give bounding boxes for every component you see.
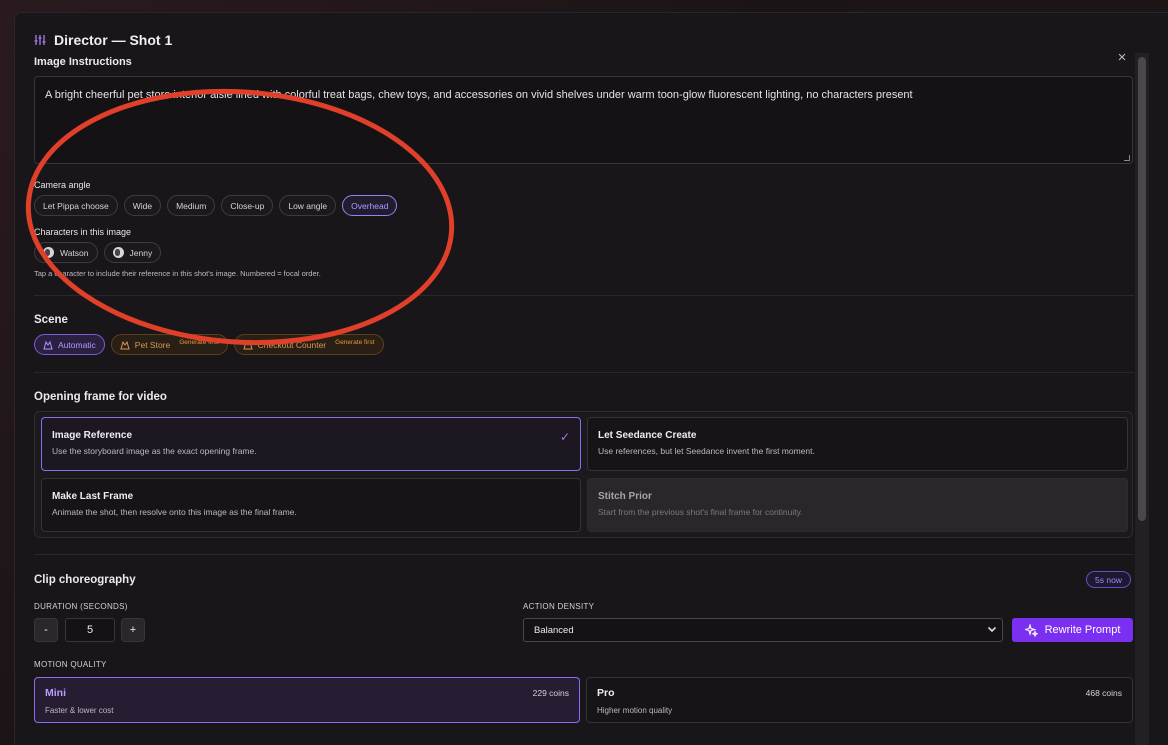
scrollbar[interactable] bbox=[1135, 53, 1149, 745]
card-description: Animate the shot, then resolve onto this… bbox=[52, 507, 297, 517]
motion-cost: 229 coins bbox=[532, 688, 569, 698]
modal-title: Director — Shot 1 bbox=[34, 32, 172, 48]
opening-frame-make-last-frame[interactable]: Make Last Frame Animate the shot, then r… bbox=[41, 478, 581, 532]
camera-angle-label: Camera angle bbox=[34, 180, 91, 190]
opening-frame-label: Opening frame for video bbox=[34, 391, 167, 403]
card-description: Use references, but let Seedance invent … bbox=[598, 446, 815, 456]
camera-angle-medium[interactable]: Medium bbox=[167, 195, 216, 216]
opening-frame-let-seedance-create[interactable]: Let Seedance Create Use references, but … bbox=[587, 417, 1128, 471]
resize-handle-icon[interactable] bbox=[1124, 155, 1130, 161]
scene-checkout-counter[interactable]: Checkout Counter Generate first bbox=[233, 334, 384, 355]
characters-label: Characters in this image bbox=[34, 227, 132, 237]
opening-frame-image-reference[interactable]: Image Reference Use the storyboard image… bbox=[41, 417, 581, 471]
tent-icon bbox=[120, 340, 130, 349]
action-density-label: ACTION DENSITY bbox=[523, 602, 595, 611]
character-jenny[interactable]: Jenny bbox=[103, 242, 162, 263]
card-title: Make Last Frame bbox=[52, 491, 134, 502]
clip-choreography-label: Clip choreography bbox=[34, 574, 136, 586]
characters-hint: Tap a character to include their referen… bbox=[34, 269, 321, 278]
scrollbar-thumb[interactable] bbox=[1138, 57, 1146, 521]
tent-icon bbox=[43, 340, 53, 349]
duration-increment-button[interactable]: + bbox=[121, 618, 145, 642]
action-density-value: Balanced bbox=[534, 624, 574, 636]
characters-options: Watson Jenny bbox=[34, 242, 162, 263]
generate-first-tag: Generate first bbox=[335, 339, 375, 346]
camera-angle-low-angle[interactable]: Low angle bbox=[279, 195, 337, 216]
card-description: Use the storyboard image as the exact op… bbox=[52, 446, 257, 456]
duration-label: DURATION (SECONDS) bbox=[34, 602, 128, 611]
duration-badge: 5s now bbox=[1086, 571, 1131, 588]
motion-description: Faster & lower cost bbox=[45, 706, 114, 715]
card-title: Image Reference bbox=[52, 430, 133, 441]
divider bbox=[34, 295, 1134, 296]
scene-pet-store[interactable]: Pet Store Generate first bbox=[110, 334, 228, 355]
camera-angle-let-pippa[interactable]: Let Pippa choose bbox=[34, 195, 118, 216]
avatar bbox=[43, 247, 54, 258]
chevron-down-icon bbox=[987, 626, 997, 633]
card-description: Start from the previous shot's final fra… bbox=[598, 507, 803, 517]
check-icon: ✓ bbox=[559, 430, 570, 444]
motion-description: Higher motion quality bbox=[597, 706, 673, 715]
duration-input[interactable]: 5 bbox=[65, 618, 115, 642]
motion-quality-mini[interactable]: Mini Faster & lower cost 229 coins bbox=[34, 677, 580, 723]
director-modal: Director — Shot 1 × Image Instructions A… bbox=[14, 12, 1168, 745]
tent-icon bbox=[242, 340, 253, 349]
scene-automatic-label: Automatic bbox=[58, 339, 96, 350]
camera-angle-wide[interactable]: Wide bbox=[123, 195, 162, 216]
rewrite-prompt-label: Rewrite Prompt bbox=[1044, 624, 1121, 636]
modal-title-text: Director — Shot 1 bbox=[54, 32, 173, 48]
motion-title: Pro bbox=[597, 687, 615, 699]
generate-first-tag: Generate first bbox=[179, 339, 219, 346]
divider bbox=[34, 372, 1134, 373]
camera-angle-options: Let Pippa choose Wide Medium Close-up Lo… bbox=[34, 195, 398, 216]
sliders-icon bbox=[34, 35, 46, 45]
image-instructions-label: Image Instructions bbox=[34, 56, 132, 68]
motion-quality-label: MOTION QUALITY bbox=[34, 660, 107, 669]
character-jenny-label: Jenny bbox=[129, 247, 153, 258]
character-watson-label: Watson bbox=[60, 247, 89, 258]
character-watson[interactable]: Watson bbox=[34, 242, 98, 263]
divider bbox=[34, 554, 1134, 555]
duration-decrement-button[interactable]: - bbox=[34, 618, 58, 642]
action-density-select[interactable]: Balanced bbox=[523, 618, 1003, 642]
image-instructions-textarea[interactable]: A bright cheerful pet store interior ais… bbox=[34, 76, 1133, 164]
motion-quality-pro[interactable]: Pro Higher motion quality 468 coins bbox=[586, 677, 1133, 723]
camera-angle-close-up[interactable]: Close-up bbox=[221, 195, 274, 216]
close-icon[interactable]: × bbox=[1115, 50, 1129, 65]
scene-checkout-counter-label: Checkout Counter bbox=[257, 339, 327, 350]
scene-options: Automatic Pet Store Generate first Check… bbox=[34, 334, 384, 355]
camera-angle-overhead[interactable]: Overhead bbox=[342, 195, 398, 216]
card-title: Stitch Prior bbox=[598, 491, 652, 502]
avatar bbox=[112, 247, 124, 258]
card-title: Let Seedance Create bbox=[598, 430, 697, 441]
opening-frame-options: Image Reference Use the storyboard image… bbox=[34, 411, 1133, 538]
rewrite-prompt-button[interactable]: Rewrite Prompt bbox=[1012, 618, 1133, 642]
scene-label: Scene bbox=[34, 314, 68, 326]
motion-cost: 468 coins bbox=[1085, 688, 1122, 698]
motion-title: Mini bbox=[45, 687, 66, 699]
sparkles-icon bbox=[1024, 623, 1038, 637]
scene-automatic[interactable]: Automatic bbox=[34, 334, 105, 355]
opening-frame-stitch-prior[interactable]: Stitch Prior Start from the previous sho… bbox=[587, 478, 1128, 532]
scene-pet-store-label: Pet Store bbox=[134, 339, 171, 350]
image-instructions-text: A bright cheerful pet store interior ais… bbox=[45, 89, 913, 101]
